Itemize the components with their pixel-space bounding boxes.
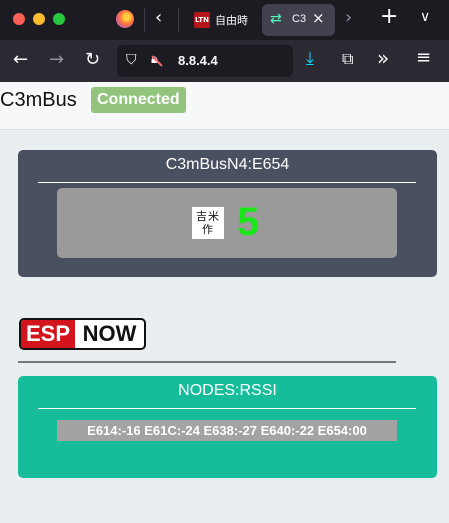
page-header: C3mBus Connected	[0, 82, 449, 130]
close-tab-icon[interactable]: ×	[312, 9, 325, 27]
close-window-button[interactable]	[13, 13, 25, 25]
espnow-logo: ESP NOW	[19, 318, 146, 350]
reload-icon[interactable]: ↻	[85, 49, 100, 70]
tab-bar: ‹ LTN 自由時 ⇄ C3 × › + ∨	[0, 0, 449, 40]
address-bar[interactable]: ⛉ 🔒︎ 8.8.4.4	[117, 45, 293, 77]
ltn-favicon-icon: LTN	[194, 12, 210, 28]
hamburger-menu-icon[interactable]: ≡	[416, 47, 431, 68]
espnow-logo-esp: ESP	[21, 320, 75, 348]
rssi-card: NODES:RSSI E614:-16 E61C:-24 E638:-27 E6…	[18, 376, 437, 478]
seal-logo-icon: 吉米 作	[192, 207, 224, 239]
divider	[38, 182, 416, 183]
node-title: C3mBusN4:E654	[165, 156, 290, 173]
node-card: C3mBusN4:E654 吉米 作 5	[18, 150, 437, 277]
shield-icon[interactable]: ⛉	[126, 52, 137, 68]
tab-separator	[178, 8, 179, 32]
tab-separator	[144, 8, 145, 32]
overflow-menu-icon[interactable]: »	[377, 46, 389, 70]
tab-title: 自由時	[215, 14, 248, 27]
status-badge: Connected	[91, 87, 186, 113]
tab-ltn[interactable]: LTN 自由時	[183, 6, 257, 34]
new-tab-button[interactable]: +	[380, 4, 398, 29]
divider	[38, 408, 416, 409]
back-arrow-icon[interactable]: ←	[13, 49, 28, 70]
nav-bar: ← → ↻ ⛉ 🔒︎ 8.8.4.4 ⤓ ⧉ » ≡	[0, 40, 449, 82]
tab-active[interactable]: ⇄ C3 ×	[262, 4, 335, 36]
node-value: 5	[237, 200, 260, 244]
list-all-tabs-icon[interactable]: ∨	[420, 9, 430, 25]
minimize-window-button[interactable]	[33, 13, 45, 25]
tab-scroll-right-icon[interactable]: ›	[345, 7, 352, 28]
rssi-readings: E614:-16 E61C:-24 E638:-27 E640:-22 E654…	[87, 423, 367, 438]
divider	[18, 361, 396, 363]
zoom-window-button[interactable]	[53, 13, 65, 25]
forward-arrow-icon[interactable]: →	[49, 49, 64, 70]
swap-arrows-icon: ⇄	[270, 11, 282, 27]
rssi-readings-box: E614:-16 E61C:-24 E638:-27 E640:-22 E654…	[57, 420, 397, 441]
url-text[interactable]: 8.8.4.4	[178, 53, 218, 68]
rssi-title: NODES:RSSI	[178, 382, 277, 399]
brand-title: C3mBus	[0, 89, 77, 111]
download-icon[interactable]: ⤓	[306, 48, 314, 69]
node-value-panel: 吉米 作 5	[57, 188, 397, 258]
firefox-menu-icon[interactable]	[116, 10, 134, 28]
espnow-logo-now: NOW	[82, 321, 137, 346]
tab-scroll-left-icon[interactable]: ‹	[155, 7, 162, 28]
tab-title: C3	[292, 13, 307, 25]
extensions-icon[interactable]: ⧉	[342, 49, 353, 69]
